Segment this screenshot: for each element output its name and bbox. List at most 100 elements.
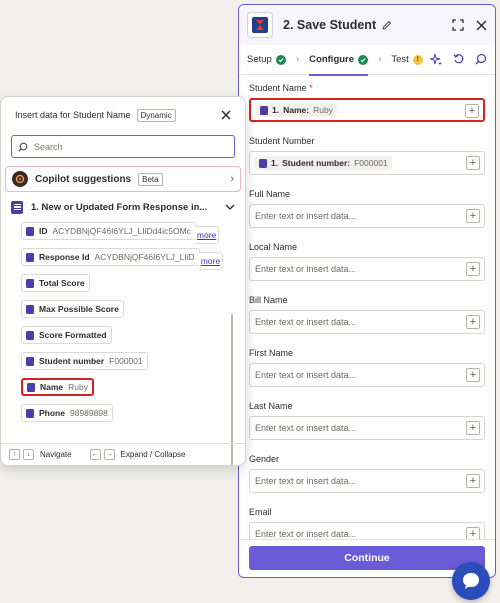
field-label: Student Name *: [249, 83, 313, 93]
insert-data-button[interactable]: +: [466, 262, 480, 276]
insert-data-button[interactable]: +: [466, 368, 480, 382]
data-item[interactable]: ID ACYDBNjQF46I6YLJ_LIiDd4ic5OMc: [21, 222, 196, 240]
data-item[interactable]: Score Formatted: [21, 326, 112, 344]
insert-data-button[interactable]: +: [466, 315, 480, 329]
field-list: Student Name * 1. Name: Ruby + Student Nu…: [239, 75, 495, 546]
insert-data-button[interactable]: +: [466, 474, 480, 488]
form-icon: [26, 408, 34, 418]
tab-setup-label: Setup: [247, 54, 272, 65]
data-item[interactable]: Total Score: [21, 274, 90, 292]
close-icon[interactable]: [476, 19, 487, 31]
trigger-step-header[interactable]: 1. New or Updated Form Response in...: [1, 192, 245, 222]
data-pill[interactable]: 1. Student number: F000001: [255, 156, 392, 170]
expand-icon[interactable]: [452, 19, 464, 31]
field-placeholder: Enter text or insert data...: [255, 529, 357, 539]
bill-name-input[interactable]: Enter text or insert data... +: [249, 310, 485, 334]
item-value: 98989898: [69, 408, 108, 418]
trigger-step-label: 1. New or Updated Form Response in...: [31, 201, 208, 213]
item-name: Student number: [39, 356, 105, 366]
more-link[interactable]: more: [194, 226, 220, 244]
form-icon: [27, 382, 35, 392]
field-local-name: Local Name Enter text or insert data... +: [249, 242, 485, 281]
mode-badge: Dynamic: [136, 108, 176, 122]
chevron-right-icon: ›: [378, 54, 382, 65]
chevron-right-icon: ›: [230, 173, 234, 185]
field-placeholder: Enter text or insert data...: [255, 264, 357, 274]
refresh-icon[interactable]: [453, 53, 465, 66]
step-header: 2. Save Student: [239, 5, 495, 45]
arrow-left-key-icon: ←: [89, 449, 101, 460]
field-first-name: First Name Enter text or insert data... +: [249, 348, 485, 387]
last-name-input[interactable]: Enter text or insert data... +: [249, 416, 485, 440]
data-item-name-selected[interactable]: Name Ruby: [21, 378, 94, 396]
field-student-number: Student Number 1. Student number: F000001…: [249, 136, 485, 175]
item-value: F000001: [109, 356, 143, 366]
pill-value: F000001: [354, 158, 388, 168]
form-icon: [26, 278, 34, 288]
check-icon: [275, 54, 286, 65]
form-icon: [260, 105, 268, 115]
tab-configure-label: Configure: [309, 54, 355, 65]
item-name: Phone: [39, 408, 65, 418]
chevron-right-icon: ›: [295, 54, 300, 65]
step-tabs: Setup › Configure › Test !: [239, 45, 495, 76]
data-item-list: ID ACYDBNjQF46I6YLJ_LIiDd4ic5OMc more Res…: [1, 222, 245, 465]
field-label: Last Name: [249, 401, 293, 411]
field-label: Student Number: [249, 136, 315, 146]
copilot-suggestions-row[interactable]: Copilot suggestions Beta ›: [5, 166, 241, 192]
field-last-name: Last Name Enter text or insert data... +: [249, 401, 485, 440]
form-icon: [11, 200, 23, 214]
app-logo-icon: [247, 12, 273, 38]
field-label: Email: [249, 507, 272, 517]
data-item[interactable]: Max Possible Score: [21, 300, 124, 318]
close-icon[interactable]: [221, 110, 231, 120]
form-icon: [26, 356, 34, 366]
local-name-input[interactable]: Enter text or insert data... +: [249, 257, 485, 281]
form-icon: [26, 304, 34, 314]
field-placeholder: Enter text or insert data...: [255, 476, 357, 486]
pill-step-number: 1.: [271, 158, 279, 168]
field-placeholder: Enter text or insert data...: [255, 317, 357, 327]
arrow-down-key-icon: ↓: [23, 449, 34, 460]
insert-data-button[interactable]: +: [466, 209, 480, 223]
chat-icon: [461, 571, 481, 591]
student-number-input[interactable]: 1. Student number: F000001 +: [249, 151, 485, 175]
field-placeholder: Enter text or insert data...: [255, 211, 357, 221]
search-input[interactable]: [34, 141, 228, 152]
tab-setup[interactable]: Setup: [247, 45, 286, 75]
insert-data-button[interactable]: +: [465, 104, 479, 118]
item-value: ACYDBNjQF46I6YLJ_LIiD: [94, 252, 195, 262]
form-icon: [26, 226, 34, 236]
sparkle-icon[interactable]: [430, 53, 443, 66]
insert-data-button[interactable]: +: [466, 421, 480, 435]
data-item[interactable]: Student number F000001: [21, 352, 148, 370]
data-pill[interactable]: 1. Name: Ruby: [256, 103, 337, 117]
data-item[interactable]: Phone 98989898: [21, 404, 113, 422]
field-label: Bill Name: [249, 295, 288, 305]
tab-configure[interactable]: Configure: [309, 45, 369, 76]
chat-support-button[interactable]: [452, 562, 490, 600]
field-label: Full Name: [249, 189, 291, 199]
search-icon[interactable]: [475, 53, 487, 66]
gender-input[interactable]: Enter text or insert data... +: [249, 469, 485, 493]
arrow-up-key-icon: ↑: [9, 449, 20, 460]
insert-data-button[interactable]: +: [466, 156, 480, 170]
student-name-input[interactable]: 1. Name: Ruby +: [249, 98, 485, 122]
data-item[interactable]: Response Id ACYDBNjQF46I6YLJ_LIiD: [21, 248, 200, 266]
edit-title-icon[interactable]: [382, 20, 392, 30]
search-icon: [18, 142, 28, 152]
step-panel: 2. Save Student Setup › Configure › Test…: [238, 4, 496, 578]
field-label: Gender: [249, 454, 280, 464]
insert-data-popup: Insert data for Student Name Dynamic Cop…: [0, 96, 246, 466]
expand-collapse-hint: Expand / Collapse: [120, 450, 186, 459]
tab-test[interactable]: Test !: [391, 45, 423, 75]
field-label: First Name: [249, 348, 294, 358]
item-name: Max Possible Score: [39, 304, 119, 314]
full-name-input[interactable]: Enter text or insert data... +: [249, 204, 485, 228]
item-value: ACYDBNjQF46I6YLJ_LIiDd4ic5OMc: [52, 226, 191, 236]
first-name-input[interactable]: Enter text or insert data... +: [249, 363, 485, 387]
field-full-name: Full Name Enter text or insert data... +: [249, 189, 485, 228]
continue-button[interactable]: Continue: [249, 546, 485, 570]
tab-test-label: Test: [391, 54, 409, 65]
more-link[interactable]: more: [198, 252, 224, 270]
